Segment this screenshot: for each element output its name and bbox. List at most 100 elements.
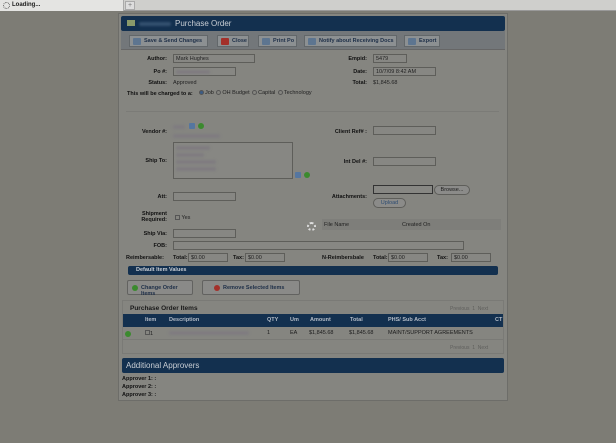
reimb-tax-label: Tax: [233,255,244,261]
nreimb-tax-field[interactable]: $0.00 [451,253,491,262]
page-number[interactable]: 1 [472,306,475,312]
row-total: $1,845.68 [349,330,374,336]
ship-to-line-redacted [176,146,210,150]
ship-to-line-redacted [176,153,204,157]
print-po-button[interactable]: Print Po [258,35,297,47]
previous-link[interactable]: Previous [450,306,469,312]
ship-to-add-icon[interactable] [304,172,310,178]
row-item-cell: 1 [145,330,153,337]
author-field[interactable]: Mark Hughes [173,54,255,63]
nreimb-total-label: Total: [373,255,388,261]
radio-technology-label: Technology [283,90,312,96]
row-um: EA [290,330,298,336]
ship-to-lookup-icon[interactable] [295,172,301,178]
save-label: Save & Send Changes [144,38,203,44]
radio-job[interactable] [199,90,204,96]
nreimb-tax-label: Tax: [437,255,448,261]
notify-button[interactable]: Notify about Receiving Docs [304,35,397,47]
radio-capital-label: Capital [258,90,276,96]
paging-bottom: Previous 1 Next [450,345,488,351]
browser-tab-bar: Loading... + [0,0,616,11]
shipment-yes-label: Yes [181,215,191,221]
page-number[interactable]: 1 [472,345,475,351]
shipment-label-line2: Required: [141,217,167,223]
radio-technology[interactable] [277,90,283,96]
new-tab-button[interactable]: + [125,1,135,10]
save-send-button[interactable]: Save & Send Changes [129,35,208,47]
export-button[interactable]: Export [404,35,440,47]
att-label: Att: [157,194,167,200]
browse-button[interactable]: Browse... [434,185,470,195]
client-ref-field[interactable] [373,126,436,135]
loading-spinner-icon [3,2,10,9]
attachments-label: Attachments: [331,194,367,200]
remove-selected-items-button[interactable]: Remove Selected Items [202,280,300,295]
column-description: Description [169,317,200,323]
date-field[interactable]: 10/7/09 8:42 AM [373,67,436,76]
ship-to-label: Ship To: [145,158,167,164]
int-del-label: Int Del #: [343,159,367,165]
shipment-label: Shipment Required: [120,211,167,223]
company-name-redacted [139,22,171,26]
print-label: Print Po [273,38,295,44]
po-field[interactable] [173,67,236,76]
row-qty: 1 [267,330,271,336]
vendor-name-redacted [173,134,220,138]
default-item-values-toggle[interactable]: Default Item Values [128,266,498,275]
loading-spinner-icon [307,222,316,231]
author-label: Author: [147,56,167,62]
export-icon [408,38,416,45]
charge-radio-group: Job OH Budget Capital Technology [198,90,312,96]
upload-button[interactable]: Upload [373,198,406,208]
fob-label: FOB: [153,243,167,249]
add-icon [132,285,138,291]
page-title-bar: Purchase Order [121,16,505,31]
change-order-items-button[interactable]: Change Order Items [127,280,193,297]
save-icon [133,38,141,45]
column-qty: QTY [267,317,279,323]
reimb-total-field[interactable]: $0.00 [188,253,228,262]
ship-to-line-redacted [176,167,216,171]
status-label: Status: [148,80,167,86]
reimb-tax-field[interactable]: $0.00 [245,253,285,262]
cart-icon [127,20,135,26]
ship-to-textarea[interactable] [173,142,293,179]
att-field[interactable] [173,192,236,201]
radio-capital[interactable] [252,90,258,96]
vendor-lookup-icon[interactable] [189,123,195,129]
additional-approvers-header: Additional Approvers [122,358,504,373]
shipment-checkbox[interactable] [175,215,180,221]
vendor-number-redacted [173,125,185,129]
notify-label: Notify about Receiving Docs [319,38,394,44]
column-ct: CT [495,317,503,323]
column-um: Um [290,317,299,323]
next-link[interactable]: Next [478,306,488,312]
browser-tab[interactable]: Loading... [0,0,124,11]
fob-field[interactable] [173,241,464,250]
reimb-total-label: Total: [173,255,188,261]
additional-approvers-title: Additional Approvers [126,361,200,370]
radio-job-label: Job [205,90,214,96]
default-item-values-label: Default Item Values [136,267,187,273]
vendor-add-icon[interactable] [198,123,204,129]
reimbursable-label: Reimbersable: [126,255,164,261]
empid-field[interactable]: 5479 [373,54,407,63]
tab-title: Loading... [12,2,41,8]
client-ref-label: Client Ref# : [334,129,367,135]
radio-oh-budget[interactable] [216,90,222,96]
approver-2: Approver 2: : [122,384,157,390]
next-link[interactable]: Next [478,345,488,351]
ship-via-label: Ship Via: [143,231,167,237]
po-label: Po #: [153,69,167,75]
ship-via-field[interactable] [173,229,236,238]
row-item: 1 [150,331,154,337]
previous-link[interactable]: Previous [450,345,469,351]
print-icon [262,38,270,45]
page-title: Purchase Order [175,19,232,28]
divider [126,111,499,112]
close-button[interactable]: Close [217,35,249,47]
nreimb-total-field[interactable]: $0.00 [388,253,428,262]
approver-1: Approver 1: : [122,376,157,382]
int-del-field[interactable] [373,157,436,166]
file-input[interactable] [373,185,433,194]
